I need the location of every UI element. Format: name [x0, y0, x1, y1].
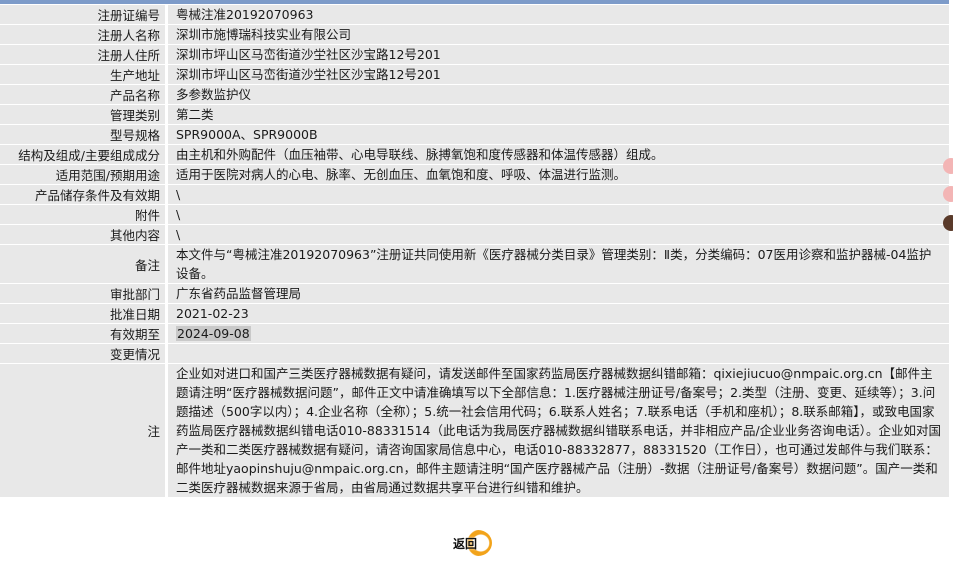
row-note: 注 企业如对进口和国产三类医疗器械数据有疑问，请发送邮件至国家药监局医疗器械数据…: [0, 364, 949, 497]
field-value: \: [168, 225, 949, 244]
field-label: 备注: [0, 245, 165, 283]
field-value: 适用于医院对病人的心电、脉率、无创血压、血氧饱和度、呼吸、体温进行监测。: [168, 165, 949, 184]
field-label: 注册人住所: [0, 45, 165, 64]
field-value: SPR9000A、SPR9000B: [168, 125, 949, 144]
field-label: 附件: [0, 205, 165, 224]
field-value: 由主机和外购配件（血压袖带、心电导联线、脉搏氧饱和度传感器和体温传感器）组成。: [168, 145, 949, 164]
field-label: 管理类别: [0, 105, 165, 124]
row-registration-number: 注册证编号 粤械注准20192070963: [0, 5, 949, 24]
row-change-history: 变更情况: [0, 344, 949, 363]
field-value: \: [168, 185, 949, 204]
field-label: 审批部门: [0, 284, 165, 303]
side-float-icon[interactable]: [943, 158, 953, 174]
row-approval-department: 审批部门 广东省药品监督管理局: [0, 284, 949, 303]
row-other-content: 其他内容 \: [0, 225, 949, 244]
side-float-icon[interactable]: [943, 215, 953, 231]
note-text: 企业如对进口和国产三类医疗器械数据有疑问，请发送邮件至国家药监局医疗器械数据纠错…: [168, 364, 949, 497]
selected-date-text[interactable]: 2024-09-08: [176, 326, 251, 341]
field-label: 有效期至: [0, 324, 165, 343]
field-label: 注册人名称: [0, 25, 165, 44]
field-label: 变更情况: [0, 344, 165, 363]
row-attachments: 附件 \: [0, 205, 949, 224]
field-label: 注: [0, 364, 165, 497]
row-approval-date: 批准日期 2021-02-23: [0, 304, 949, 323]
field-label: 注册证编号: [0, 5, 165, 24]
field-value: 深圳市坪山区马峦街道沙坣社区沙宝路12号201: [168, 45, 949, 64]
row-remarks: 备注 本文件与“粤械注准20192070963”注册证共同使用新《医疗器械分类目…: [0, 245, 949, 283]
field-value: 本文件与“粤械注准20192070963”注册证共同使用新《医疗器械分类目录》管…: [168, 245, 949, 283]
field-value: 多参数监护仪: [168, 85, 949, 104]
field-label: 型号规格: [0, 125, 165, 144]
row-registrant-name: 注册人名称 深圳市施博瑞科技实业有限公司: [0, 25, 949, 44]
row-valid-until: 有效期至 2024-09-08: [0, 324, 949, 343]
field-value: \: [168, 205, 949, 224]
field-value: [168, 344, 949, 363]
row-storage-conditions: 产品储存条件及有效期 \: [0, 185, 949, 204]
row-model-spec: 型号规格 SPR9000A、SPR9000B: [0, 125, 949, 144]
field-label: 结构及组成/主要组成成分: [0, 145, 165, 164]
back-button-label: 返回: [453, 537, 478, 551]
row-management-category: 管理类别 第二类: [0, 105, 949, 124]
field-value: 深圳市坪山区马峦街道沙坣社区沙宝路12号201: [168, 65, 949, 84]
field-label: 生产地址: [0, 65, 165, 84]
field-value: 2021-02-23: [168, 304, 949, 323]
field-label: 其他内容: [0, 225, 165, 244]
field-label: 适用范围/预期用途: [0, 165, 165, 184]
detail-table: 注册证编号 粤械注准20192070963 注册人名称 深圳市施博瑞科技实业有限…: [0, 4, 949, 498]
field-value: 深圳市施博瑞科技实业有限公司: [168, 25, 949, 44]
field-value: 粤械注准20192070963: [168, 5, 949, 24]
field-value: 2024-09-08: [168, 324, 949, 343]
row-intended-use: 适用范围/预期用途 适用于医院对病人的心电、脉率、无创血压、血氧饱和度、呼吸、体…: [0, 165, 949, 184]
row-product-name: 产品名称 多参数监护仪: [0, 85, 949, 104]
row-registrant-address: 注册人住所 深圳市坪山区马峦街道沙坣社区沙宝路12号201: [0, 45, 949, 64]
field-value: 广东省药品监督管理局: [168, 284, 949, 303]
back-button[interactable]: 返回: [450, 528, 500, 558]
row-structure-composition: 结构及组成/主要组成成分 由主机和外购配件（血压袖带、心电导联线、脉搏氧饱和度传…: [0, 145, 949, 164]
field-label: 产品名称: [0, 85, 165, 104]
field-label: 批准日期: [0, 304, 165, 323]
field-value: 第二类: [168, 105, 949, 124]
field-label: 产品储存条件及有效期: [0, 185, 165, 204]
row-production-address: 生产地址 深圳市坪山区马峦街道沙坣社区沙宝路12号201: [0, 65, 949, 84]
side-float-icon[interactable]: [943, 186, 953, 202]
